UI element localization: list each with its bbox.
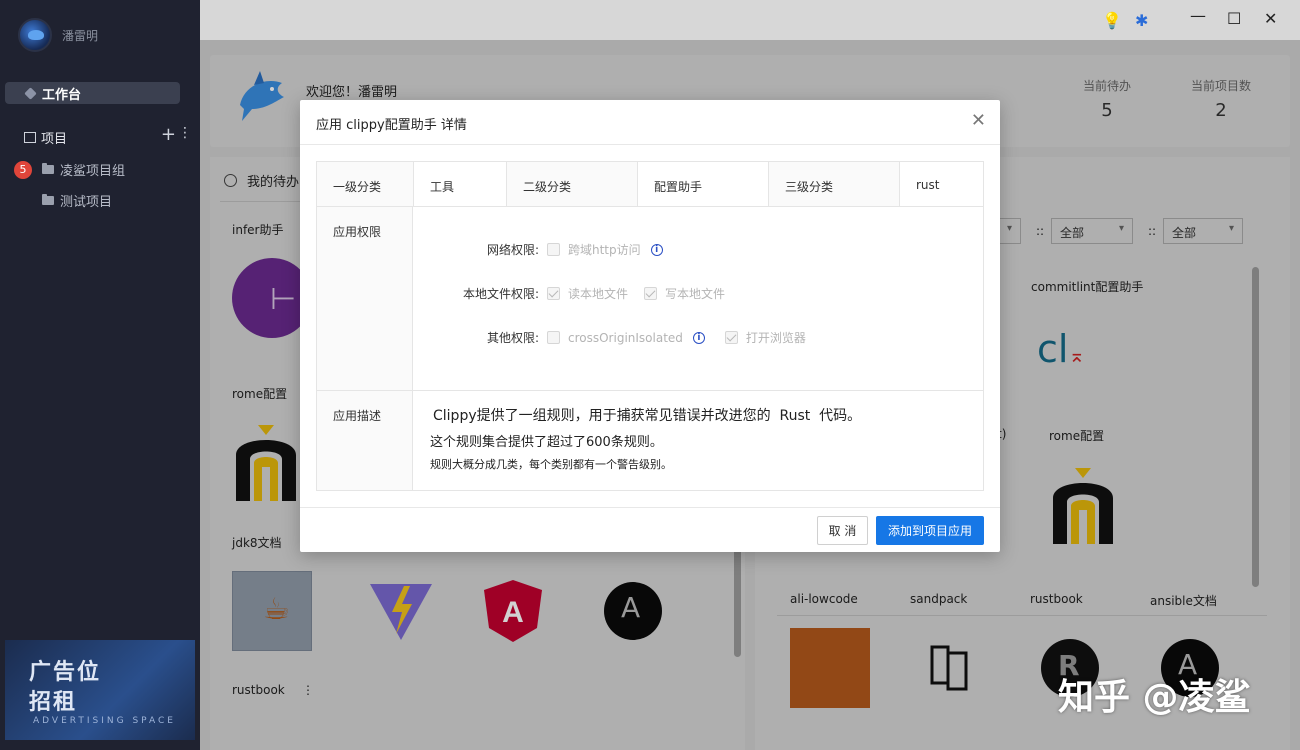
notification-badge: 5 [14,161,32,179]
watermark: 知乎 @凌鲨 [1058,677,1251,718]
permissions-label: 应用权限 [317,207,413,390]
more-icon[interactable]: ⋮ [178,125,192,141]
info-icon[interactable]: i [692,331,705,344]
lightbulb-icon[interactable]: 💡 [1102,11,1122,30]
sidebar-item-label: 凌鲨项目组 [60,164,126,179]
info-icon[interactable]: i [650,243,663,256]
user-profile[interactable]: 潘雷明 [18,18,98,52]
cube-icon [24,86,37,100]
other-permission: 其他权限: crossOriginIsolated i 打开浏览器 [467,329,806,346]
description-line: 这个规则集合提供了超过了600条规则。 [430,435,663,450]
user-name: 潘雷明 [62,28,99,43]
sidebar-item-label: 工作台 [42,87,82,103]
cross-origin-label: crossOriginIsolated [568,330,683,345]
minimize-icon[interactable]: — [1190,6,1206,25]
network-label: 网络权限: [486,243,539,257]
description-line: Clippy提供了一组规则，用于捕获常见错误并改进您的 Rust 代码。 [433,408,862,424]
add-to-project-button[interactable]: 添加到项目应用 [876,516,984,545]
avatar[interactable] [18,18,52,52]
project-icon [24,132,36,143]
write-file-checkbox[interactable] [644,287,658,300]
projects-label: 项目 [41,132,68,147]
bug-icon[interactable]: ✱ [1135,11,1148,30]
level3-label: 三级分类 [769,162,899,206]
permissions-row: 应用权限 网络权限: 跨域http访问 i 本地文件权限: 读本地文件 写本地文… [317,207,983,391]
title-bar: 💡 ✱ — ☐ ✕ [200,0,1300,40]
description-line: 规则大概分成几类，每个类别都有一个警告级别。 [430,458,672,471]
modal-header: 应用 clippy配置助手 详情 ✕ [300,100,1000,145]
sidebar-item-label: 测试项目 [60,195,113,210]
maximize-icon[interactable]: ☐ [1227,9,1241,28]
cross-origin-checkbox[interactable] [547,331,560,344]
add-project-icon[interactable]: + [161,124,176,145]
level1-label: 一级分类 [317,162,413,206]
write-file-label: 写本地文件 [665,287,726,301]
ad-title: 广告位 [29,660,102,685]
sidebar-item-workbench[interactable]: 工作台 [5,82,180,104]
ad-subtitle: 招租 [29,690,78,715]
level1-value: 工具 [430,180,455,194]
projects-header: 项目 + ⋮ [24,124,194,147]
open-browser-label: 打开浏览器 [745,331,806,345]
ad-banner[interactable]: 广告位 招租 ADVERTISING SPACE [5,640,195,740]
level3-value: rust [916,178,940,192]
close-icon[interactable]: ✕ [971,110,986,131]
read-file-checkbox[interactable] [547,287,560,300]
local-file-label: 本地文件权限: [462,287,539,301]
close-icon[interactable]: ✕ [1264,9,1277,28]
folder-icon [42,194,54,205]
cross-http-checkbox[interactable] [547,243,560,256]
network-permission: 网络权限: 跨域http访问 i [467,241,663,258]
local-file-permission: 本地文件权限: 读本地文件 写本地文件 [443,285,725,302]
sidebar: 潘雷明 工作台 项目 + ⋮ 5 凌鲨项目组 测试项目 广告位 招租 ADVER… [0,0,200,750]
level2-label: 二级分类 [507,162,637,206]
modal-title: 应用 clippy配置助手 详情 [316,118,467,133]
description-label: 应用描述 [317,391,413,490]
modal-footer: 取 消 添加到项目应用 [300,507,1000,552]
category-row: 一级分类 工具 二级分类 配置助手 三级分类 rust [317,162,983,207]
description-row: 应用描述 Clippy提供了一组规则，用于捕获常见错误并改进您的 Rust 代码… [317,391,983,490]
cross-http-label: 跨域http访问 [568,243,641,257]
detail-table: 一级分类 工具 二级分类 配置助手 三级分类 rust 应用权限 网络权限: 跨… [316,161,984,491]
cancel-button[interactable]: 取 消 [817,516,868,545]
ad-caption: ADVERTISING SPACE [33,716,176,726]
sidebar-item-project-group[interactable]: 凌鲨项目组 [42,160,125,179]
read-file-label: 读本地文件 [568,287,629,301]
sidebar-item-test-project[interactable]: 测试项目 [42,191,112,210]
app-detail-modal: 应用 clippy配置助手 详情 ✕ 一级分类 工具 二级分类 配置助手 三级分… [300,100,1000,552]
level2-value: 配置助手 [654,180,703,194]
open-browser-checkbox[interactable] [724,331,738,344]
folder-icon [42,163,54,174]
other-label: 其他权限: [486,331,539,345]
